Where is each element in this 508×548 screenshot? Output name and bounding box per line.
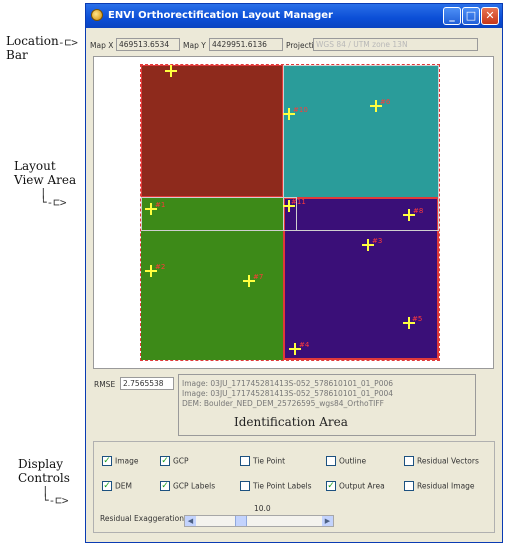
title-bar[interactable]: ENVI Orthorectification Layout Manager _… [86,4,502,28]
checkbox-box[interactable] [404,456,414,466]
checkbox-label: Residual Image [417,481,475,491]
scroll-left-icon[interactable]: ◀ [185,516,196,526]
rmse-label: RMSE [94,380,116,389]
checkbox-box[interactable] [240,481,250,491]
close-button[interactable]: ✕ [481,7,499,25]
checkbox-box[interactable]: ✓ [102,456,112,466]
identification-area: Image: 03JU_171745281413S-052_578610101_… [178,374,476,436]
layout-view-arrow: | └-⊏> [40,186,67,209]
checkbox-box[interactable]: ✓ [160,456,170,466]
image-line-2: Image: 03JU_171745281413S-052_578610101_… [182,389,394,398]
checkbox-label: Image [115,456,139,466]
checkbox-box[interactable] [404,481,414,491]
display-controls-arrow: | └-⊏> [42,484,69,507]
image-outline-red [141,65,283,197]
map-x-field: 469513.6534 [116,38,180,51]
layout-view-callout: Layout View Area [14,159,76,187]
checkbox-label: DEM [115,481,132,491]
window-title: ENVI Orthorectification Layout Manager [108,10,333,21]
gcp-label: #2 [155,263,166,271]
map-y-label: Map Y [183,41,206,50]
gcp-label: #3 [372,237,383,245]
map-y-field: 4429951.6136 [209,38,283,51]
rmse-field: 2.7565538 [120,377,174,390]
checkbox-output-area[interactable]: ✓ Output Area [326,481,385,491]
residual-exaggeration-slider[interactable]: ◀ ▶ [184,515,334,527]
projection-field: WGS 84 / UTM zone 13N [313,38,478,51]
checkbox-label: Outline [339,456,367,466]
callout-line-1: Location [6,34,59,48]
display-controls: ✓ Image ✓ GCP Tie Point Outline Residual V… [93,441,495,533]
map-x-label: Map X [90,41,114,50]
checkbox-label: Tie Point [253,456,286,466]
checkbox-box[interactable]: ✓ [102,481,112,491]
checkbox-outline[interactable]: Outline [326,456,366,466]
callout-line-2: Bar [6,48,28,62]
checkbox-residual-image[interactable]: Residual Image [404,481,475,491]
scroll-right-icon[interactable]: ▶ [322,516,333,526]
dem-line: DEM: Boulder_NED_DEM_25726595_wgs84_Orth… [182,399,384,408]
callout-line-1: Layout [14,159,56,173]
checkbox-image[interactable]: ✓ Image [102,456,139,466]
checkbox-label: Output Area [339,481,385,491]
slider-thumb[interactable] [235,516,247,526]
layout-view-area[interactable]: #10 #6 #1 #11 #8 #3 #2 #7 #5 #4 [93,56,494,369]
gcp-label: #4 [299,341,310,349]
checkbox-residual-vectors[interactable]: Residual Vectors [404,456,479,466]
callout-line-2: View Area [14,173,77,187]
gcp-label: #10 [293,106,308,114]
callout-line-2: Controls [18,471,70,485]
checkbox-dem[interactable]: ✓ DEM [102,481,132,491]
gcp-label: #1 [155,201,166,209]
location-bar-arrow: -⊏> [58,36,78,49]
checkbox-box[interactable] [240,456,250,466]
checkbox-label: GCP Labels [173,481,216,491]
envi-globe-icon [91,9,103,21]
gcp-label: #6 [380,98,391,106]
gcp-label: #8 [413,207,424,215]
identification-area-label: Identification Area [234,415,348,429]
checkbox-tie-point-labels[interactable]: Tie Point Labels [240,481,312,491]
maximize-button[interactable]: □ [462,7,480,25]
checkbox-box[interactable]: ✓ [326,481,336,491]
gcp-label: #5 [412,315,423,323]
checkbox-tie-point[interactable]: Tie Point [240,456,285,466]
residual-exaggeration-value: 10.0 [254,504,271,513]
checkbox-label: GCP [173,456,189,466]
image-line-1: Image: 03JU_171745281413S-052_578610101_… [182,379,394,388]
location-bar-callout: Location Bar [6,34,59,62]
checkbox-gcp-labels[interactable]: ✓ GCP Labels [160,481,215,491]
checkbox-label: Tie Point Labels [253,481,312,491]
checkbox-gcp[interactable]: ✓ GCP [160,456,189,466]
checkbox-box[interactable] [326,456,336,466]
gcp-marker[interactable] [165,65,177,77]
minimize-button[interactable]: _ [443,7,461,25]
display-controls-callout: Display Controls [18,457,70,485]
layout-manager-window: ENVI Orthorectification Layout Manager _… [85,3,503,543]
gcp-label: #7 [253,273,264,281]
gcp-label: #11 [291,198,306,206]
callout-line-1: Display [18,457,64,471]
checkbox-label: Residual Vectors [417,456,479,466]
checkbox-box[interactable]: ✓ [160,481,170,491]
residual-exaggeration-label: Residual Exaggeration [100,514,185,523]
